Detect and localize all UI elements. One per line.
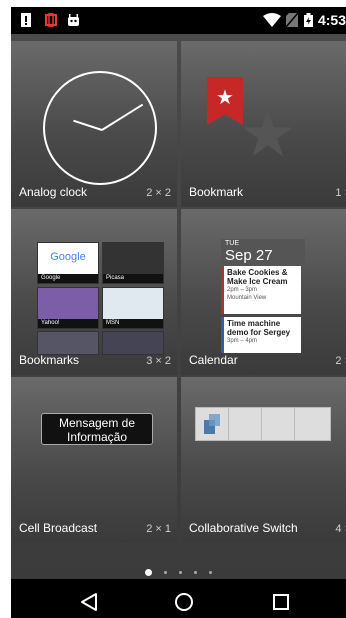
page-dot[interactable] [209, 571, 212, 575]
calendar-event: Time machine demo for Sergey 3pm – 4pm [221, 317, 301, 353]
bookmark-thumbnail: Picasa [102, 242, 164, 284]
widget-label: Analog clock [19, 185, 88, 199]
switch-strip [195, 407, 331, 441]
usb-debug-icon [45, 13, 57, 27]
widget-size: 2 × 1 [146, 523, 171, 535]
page-dot[interactable] [164, 571, 167, 575]
recents-icon[interactable] [261, 587, 301, 617]
calendar-date: Sep 27 [225, 247, 273, 264]
widget-preview [181, 377, 346, 527]
widget-label: Bookmarks [19, 353, 80, 367]
widget-label: Cell Broadcast [19, 521, 98, 535]
widget-size: 4 × [335, 523, 346, 535]
event-title: Bake Cookies & Make Ice Cream [227, 268, 288, 286]
thumbnail-caption: Yahoo! [38, 319, 98, 328]
switch-app-icon [204, 414, 220, 434]
widget-cell-broadcast[interactable]: Mensagem de Informação Cell Broadcast 2 … [11, 377, 177, 543]
widget-size: 2 × [335, 355, 346, 367]
widget-bookmark[interactable]: ★ ★ Bookmark 1 × [181, 41, 346, 207]
bookmark-thumbnail [102, 331, 164, 355]
widget-size: 2 × 2 [146, 187, 171, 199]
bookmark-thumbnail: MSN [102, 287, 164, 329]
event-title: Time machine demo for Sergey [227, 319, 291, 337]
event-time: 2pm – 3pm [227, 287, 258, 293]
widget-size: 3 × 2 [146, 355, 171, 367]
thumbnail-caption: Google [38, 274, 98, 283]
widget-preview: ★ ★ [181, 41, 346, 191]
bookmark-thumbnail [37, 331, 99, 355]
switch-cell [196, 408, 229, 440]
back-icon[interactable] [69, 587, 109, 617]
analog-clock-icon [43, 71, 157, 185]
calendar-event: Bake Cookies & Make Ice Cream 2pm – 3pm … [221, 266, 301, 314]
switch-cell [229, 408, 262, 440]
navigation-bar [11, 579, 346, 618]
bookmark-thumbnail: Google Google [37, 242, 99, 284]
page-dot[interactable] [179, 571, 182, 575]
widget-bookmarks[interactable]: Google Google Picasa Yahoo! MSN Bookmark… [11, 209, 177, 375]
widget-collaborative-switch[interactable]: Collaborative Switch 4 × [181, 377, 346, 543]
switch-cell [262, 408, 295, 440]
thumbnail-caption: Picasa [103, 274, 163, 283]
no-sim-icon [286, 13, 298, 27]
widget-size: 1 × [335, 187, 346, 199]
widget-label: Collaborative Switch [189, 521, 298, 535]
google-logo: Google [50, 251, 86, 263]
widget-preview: Mensagem de Informação [11, 377, 177, 527]
minute-hand [101, 103, 144, 131]
page-dot[interactable] [194, 571, 197, 575]
notification-icon [21, 13, 31, 27]
status-time: 4:53 [317, 12, 346, 28]
switch-cell [295, 408, 328, 440]
event-color-bar [221, 266, 224, 314]
star-icon: ★ [239, 98, 297, 170]
status-bar: 4:53 [11, 7, 346, 34]
widget-picker[interactable]: Analog clock 2 × 2 ★ ★ Bookmark 1 × Goog… [11, 34, 346, 579]
widget-preview: Google Google Picasa Yahoo! MSN [11, 209, 177, 359]
page-dot-active[interactable] [145, 569, 152, 577]
home-icon[interactable] [164, 587, 204, 617]
android-icon [68, 14, 79, 26]
event-location: Mountain View [227, 295, 267, 301]
widget-calendar[interactable]: TUE Sep 27 Bake Cookies & Make Ice Cream… [181, 209, 346, 375]
widget-analog-clock[interactable]: Analog clock 2 × 2 [11, 41, 177, 207]
widget-label: Bookmark [189, 185, 244, 199]
hour-hand [73, 119, 103, 131]
wifi-icon [263, 13, 281, 27]
bookmark-thumbnail: Yahoo! [37, 287, 99, 329]
device-screen: 4:53 Analog clock 2 × 2 ★ ★ Bookmark 1 × [11, 7, 346, 618]
broadcast-message-box: Mensagem de Informação [41, 413, 153, 445]
widget-preview [11, 41, 177, 191]
widget-preview: TUE Sep 27 Bake Cookies & Make Ice Cream… [181, 209, 346, 359]
widget-label: Calendar [189, 353, 238, 367]
battery-icon [304, 13, 313, 27]
event-time: 3pm – 4pm [227, 338, 258, 344]
event-color-bar [221, 317, 224, 353]
calendar-header: TUE Sep 27 [221, 239, 305, 265]
thumbnail-caption: MSN [103, 319, 163, 328]
bookmark-icon: ★ [207, 77, 243, 125]
